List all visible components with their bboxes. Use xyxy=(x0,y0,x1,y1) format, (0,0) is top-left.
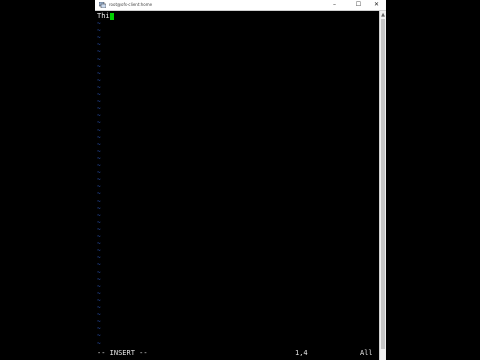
tilde-marker: ~ xyxy=(97,339,101,347)
tilde-marker: ~ xyxy=(97,325,101,333)
tilde-marker: ~ xyxy=(97,197,101,205)
minimize-button[interactable]: – xyxy=(327,0,342,10)
tilde-marker: ~ xyxy=(97,133,101,141)
tilde-marker: ~ xyxy=(97,169,101,177)
tilde-marker: ~ xyxy=(97,176,101,184)
tilde-marker: ~ xyxy=(97,211,101,219)
tilde-marker: ~ xyxy=(97,318,101,326)
tilde-marker: ~ xyxy=(97,112,101,120)
tilde-marker: ~ xyxy=(97,91,101,98)
typed-text: Thi xyxy=(97,12,110,20)
tilde-marker: ~ xyxy=(97,289,101,297)
window-title: root@ofs-client:home xyxy=(109,2,153,7)
scroll-up-arrow-icon[interactable]: ▲ xyxy=(380,12,386,18)
tilde-marker: ~ xyxy=(97,225,101,233)
tilde-marker: ~ xyxy=(97,183,101,191)
tilde-marker: ~ xyxy=(97,76,101,84)
tilde-marker: ~ xyxy=(97,20,101,27)
tilde-marker: ~ xyxy=(97,332,101,340)
maximize-button[interactable]: ☐ xyxy=(351,0,366,10)
editor-line-1: Thi xyxy=(97,13,114,20)
terminal-window: root@ofs-client:home – ☐ ✕ Thi ~ ~ ~ ~ ~ ~ ~ ~ ~… xyxy=(95,0,386,360)
tilde-marker: ~ xyxy=(97,27,101,35)
putty-icon xyxy=(99,2,106,8)
tilde-marker: ~ xyxy=(97,98,101,106)
tilde-marker: ~ xyxy=(97,282,101,290)
vertical-scrollbar[interactable]: ▲ xyxy=(379,11,386,360)
tilde-marker: ~ xyxy=(97,41,101,49)
tilde-marker: ~ xyxy=(97,240,101,248)
tilde-marker: ~ xyxy=(97,34,101,42)
close-button[interactable]: ✕ xyxy=(369,0,384,10)
tilde-marker: ~ xyxy=(97,83,101,91)
scroll-position: All xyxy=(360,349,373,357)
tilde-marker: ~ xyxy=(97,275,101,283)
tilde-marker: ~ xyxy=(97,233,101,240)
tilde-marker: ~ xyxy=(97,311,101,319)
text-cursor xyxy=(109,13,114,20)
tilde-marker: ~ xyxy=(97,304,101,311)
tilde-marker: ~ xyxy=(97,119,101,127)
tilde-marker: ~ xyxy=(97,55,101,63)
tilde-marker: ~ xyxy=(97,69,101,77)
tilde-marker: ~ xyxy=(97,162,101,169)
tilde-marker: ~ xyxy=(97,247,101,255)
tilde-marker: ~ xyxy=(97,140,101,148)
tilde-marker: ~ xyxy=(97,62,101,70)
tilde-marker: ~ xyxy=(97,218,101,226)
tilde-marker: ~ xyxy=(97,126,101,134)
tilde-marker: ~ xyxy=(97,147,101,155)
tilde-marker: ~ xyxy=(97,268,101,276)
tilde-marker: ~ xyxy=(97,296,101,304)
tilde-marker: ~ xyxy=(97,154,101,162)
tilde-marker: ~ xyxy=(97,48,101,56)
tilde-marker: ~ xyxy=(97,254,101,262)
tilde-marker: ~ xyxy=(97,105,101,113)
tilde-marker: ~ xyxy=(97,261,101,269)
vim-mode-indicator: -- INSERT -- xyxy=(97,349,148,357)
tilde-marker: ~ xyxy=(97,190,101,198)
title-bar[interactable]: root@ofs-client:home – ☐ ✕ xyxy=(95,0,386,11)
tilde-marker: ~ xyxy=(97,204,101,212)
scroll-thumb[interactable] xyxy=(381,19,385,349)
vim-editor-area[interactable]: Thi ~ ~ ~ ~ ~ ~ ~ ~ ~ ~ ~ ~ ~ ~ ~ ~ ~ ~ ~ ~ ~ ~ ~ ~ ~ ~ ~ ~ ~ ~ ~ ~ ~ ~ ~ ~… xyxy=(95,11,379,360)
cursor-position: 1,4 xyxy=(295,349,308,357)
